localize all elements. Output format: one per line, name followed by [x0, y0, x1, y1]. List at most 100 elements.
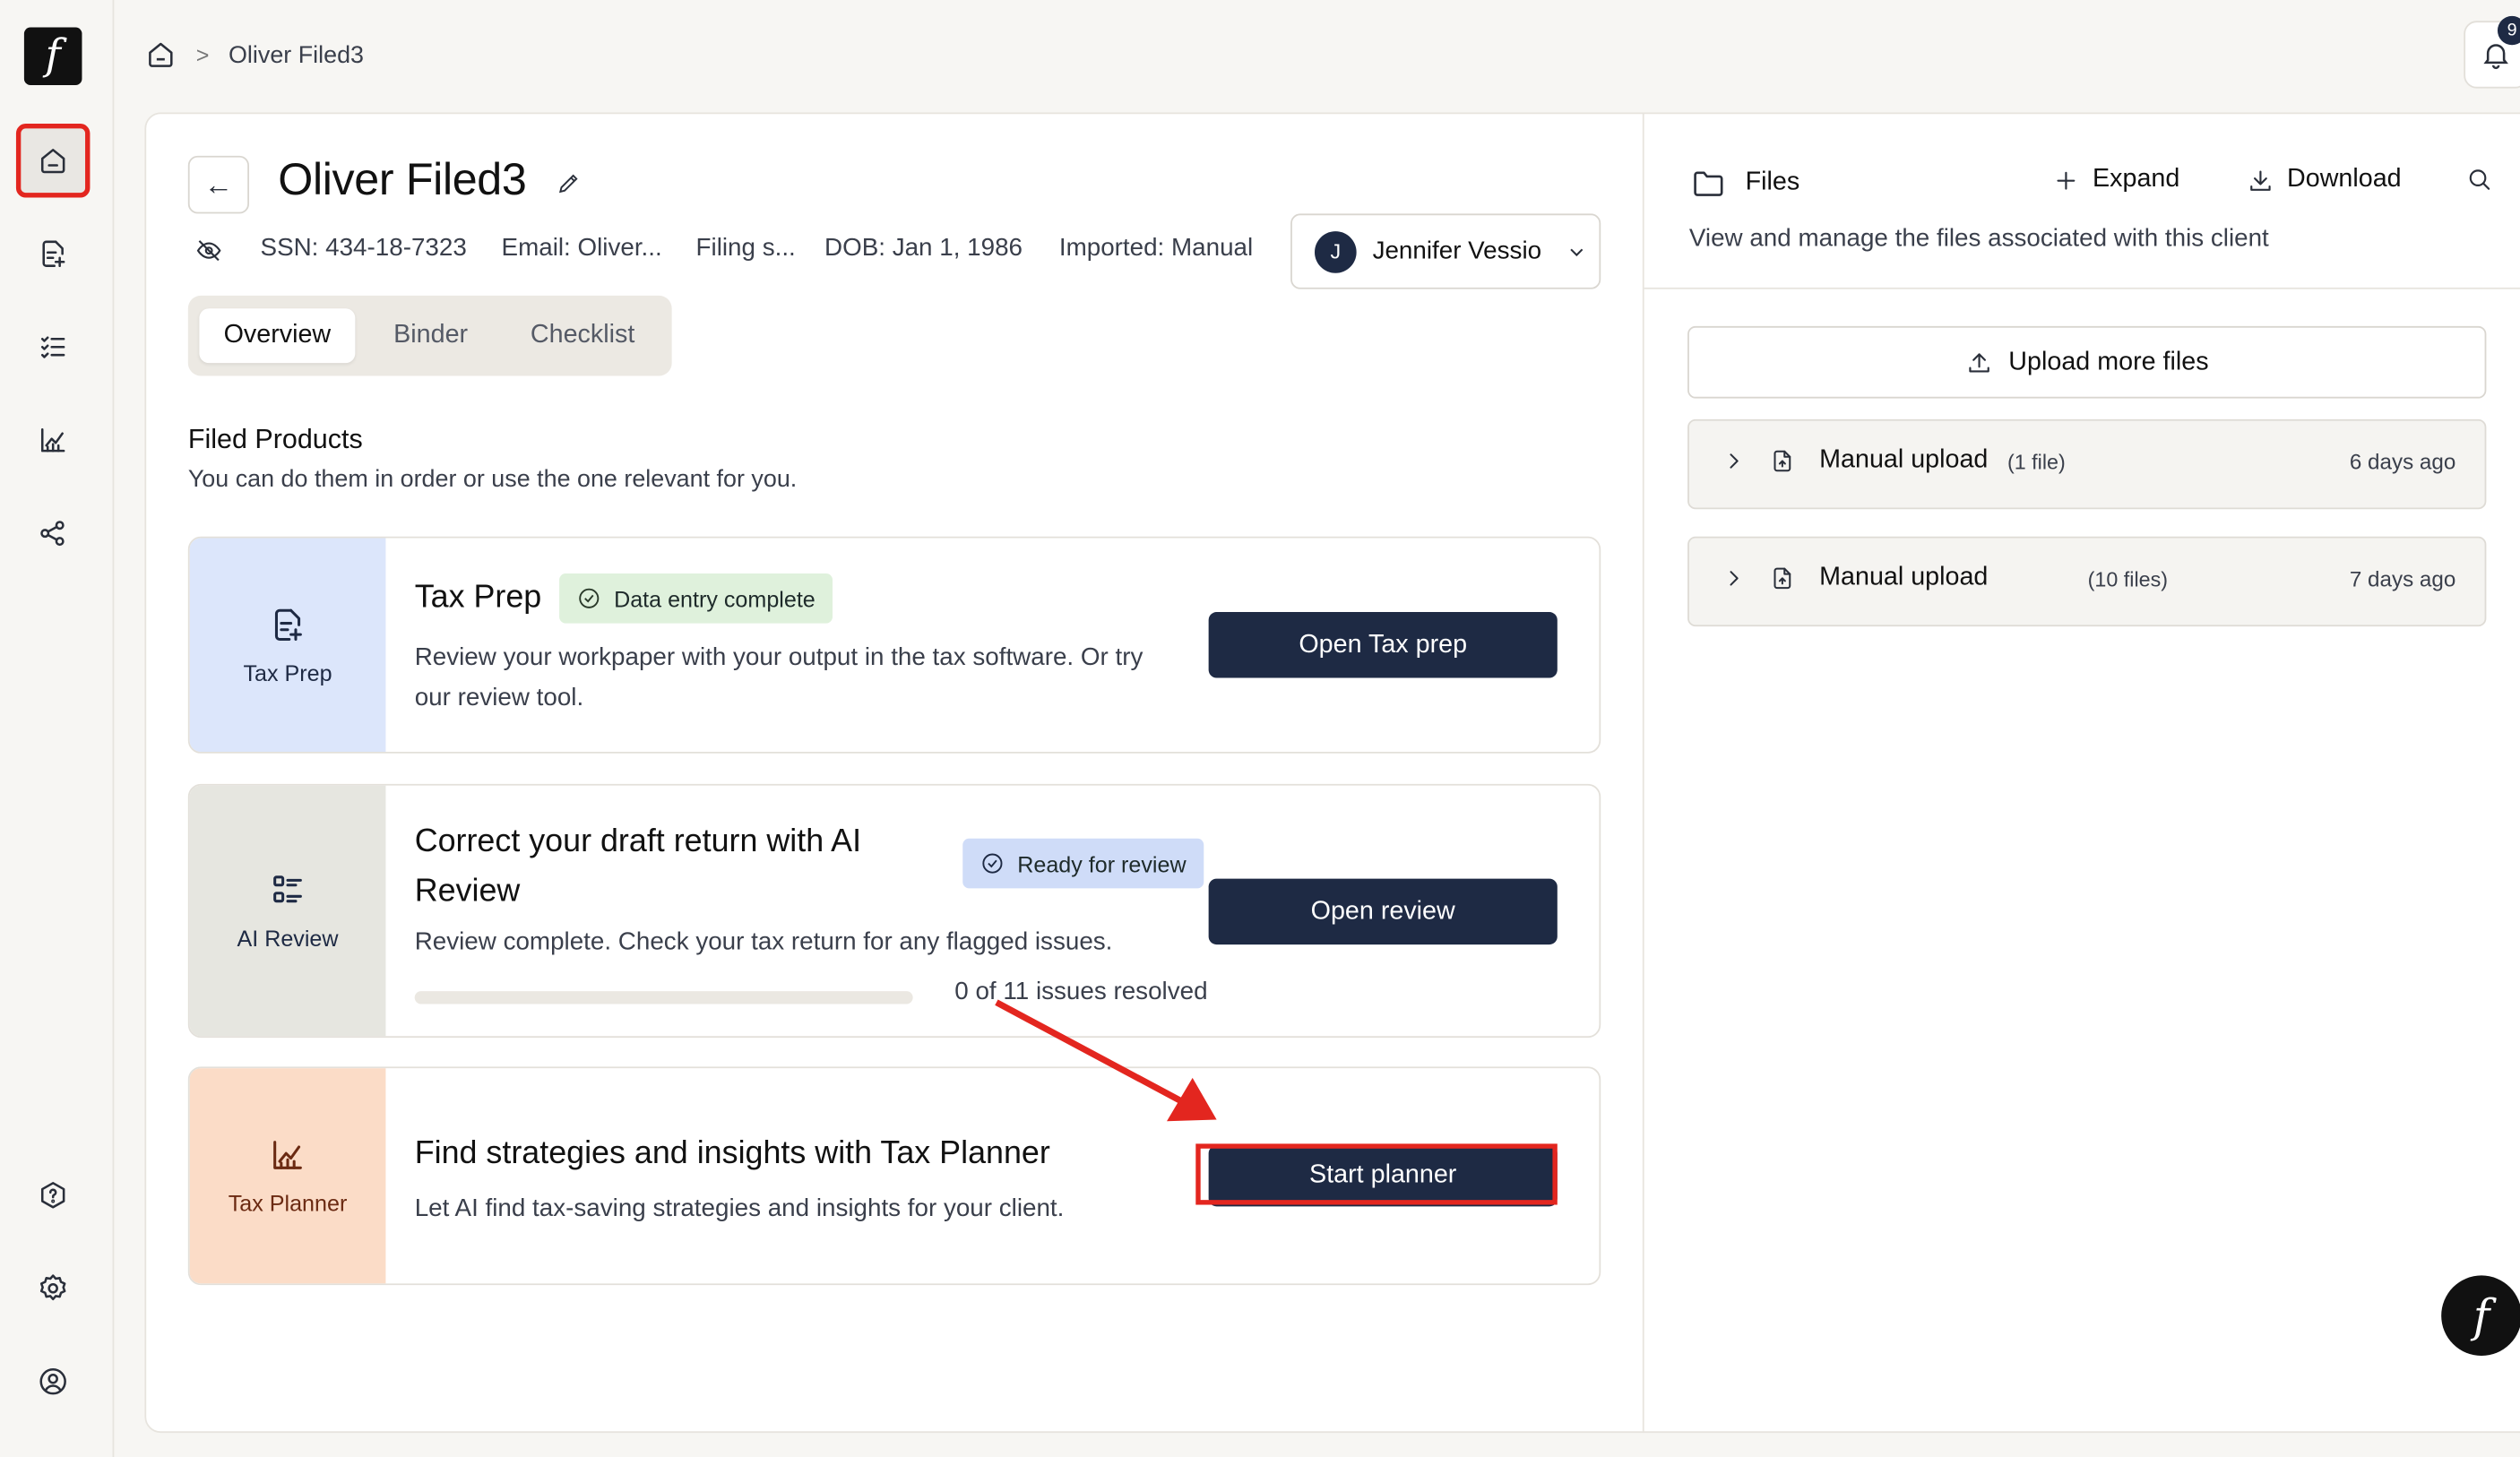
issues-progress-text: 0 of 11 issues resolved [954, 978, 1208, 1006]
file-group-time: 7 days ago [2349, 566, 2456, 591]
panel-divider [1642, 112, 1644, 1434]
client-dob: DOB: Jan 1, 1986 [824, 234, 1023, 263]
sidebar-item-checklist[interactable] [22, 316, 83, 377]
home-icon[interactable] [144, 39, 177, 71]
expand-label: Expand [2093, 165, 2180, 194]
tab-checklist[interactable]: Checklist [506, 308, 659, 363]
assignee-name: Jennifer Vessio [1372, 237, 1542, 264]
issues-progress-bar [414, 991, 913, 1004]
chart-icon [273, 1141, 302, 1169]
arrow-left-icon: ← [203, 168, 234, 201]
home-icon [40, 149, 65, 174]
edit-name-button[interactable] [557, 170, 585, 199]
pencil-icon [558, 174, 578, 194]
download-icon [2250, 169, 2271, 191]
files-subtitle: View and manage the files associated wit… [1688, 224, 2269, 253]
tax-planner-side: Tax Planner [189, 1068, 386, 1284]
status-badge-label: Data entry complete [614, 585, 816, 612]
chart-icon [40, 427, 65, 453]
share-icon [40, 521, 65, 547]
toggle-sensitive-button[interactable] [194, 237, 223, 273]
status-badge-label: Ready for review [1017, 850, 1187, 876]
tab-binder[interactable]: Binder [368, 308, 494, 363]
view-tabs: Overview Binder Checklist [187, 295, 672, 376]
document-icon [42, 240, 65, 267]
upload-icon [1968, 353, 1989, 373]
file-group[interactable]: Manual upload (10 files) 7 days ago [1687, 536, 2487, 627]
app-logo[interactable]: f [23, 27, 82, 86]
upload-more-files-button[interactable]: Upload more files [1687, 325, 2487, 399]
document-icon [274, 608, 302, 641]
download-button[interactable]: Download [2247, 165, 2402, 194]
chevron-right-icon[interactable] [1722, 565, 1748, 599]
ai-review-side-label: AI Review [237, 925, 339, 952]
back-button[interactable]: ← [187, 155, 249, 214]
filed-products-title: Filed Products [187, 424, 363, 455]
file-group-name: Manual upload [1819, 564, 1989, 591]
tax-prep-description: Review your workpaper with your output i… [414, 643, 1143, 712]
avatar: J [1315, 230, 1357, 272]
eye-off-icon [196, 240, 221, 262]
sidebar-item-tax-prep[interactable] [22, 223, 83, 284]
list-check-icon [273, 875, 302, 903]
search-icon [2469, 169, 2490, 190]
plus-icon [2057, 170, 2076, 189]
sidebar-item-settings[interactable] [22, 1258, 83, 1319]
ai-review-title: Correct your draft return with AI Review [414, 823, 862, 910]
tax-planner-card: Tax Planner Find strategies and insights… [187, 1066, 1601, 1286]
file-upload-icon [1770, 565, 1796, 599]
tab-overview[interactable]: Overview [199, 308, 356, 364]
download-label: Download [2287, 165, 2402, 194]
tax-planner-side-label: Tax Planner [228, 1190, 348, 1217]
ai-review-description: Review complete. Check your tax return f… [414, 928, 1113, 956]
assistant-glyph: f [2473, 1289, 2490, 1342]
open-review-button[interactable]: Open review [1208, 878, 1558, 945]
tax-prep-card: Tax Prep Tax Prep Data entry complete Re… [187, 536, 1601, 754]
file-group-time: 6 days ago [2349, 449, 2456, 474]
client-imported: Imported: Manual [1058, 234, 1254, 263]
gear-icon [39, 1274, 66, 1301]
filed-products-subtitle: You can do them in order or use the one … [187, 465, 798, 494]
sidebar-item-share[interactable] [22, 503, 83, 564]
sidebar-item-charts[interactable] [22, 410, 83, 470]
breadcrumb-separator: > [195, 41, 210, 68]
client-filing-status: Filing s... [695, 234, 796, 263]
client-email: Email: Oliver... [501, 234, 662, 263]
tax-prep-side: Tax Prep [189, 538, 386, 752]
upload-label: Upload more files [2008, 348, 2209, 375]
user-circle-icon [39, 1368, 66, 1395]
file-upload-icon [1770, 448, 1796, 482]
file-group-count: (1 file) [2007, 449, 2066, 474]
tax-planner-description: Let AI find tax-saving strategies and in… [414, 1194, 1065, 1223]
breadcrumb: > Oliver Filed3 [144, 35, 364, 73]
file-group-name: Manual upload [1819, 446, 1989, 474]
chevron-right-icon[interactable] [1722, 448, 1748, 482]
assistant-button[interactable]: f [2441, 1275, 2520, 1357]
status-badge: Data entry complete [559, 573, 833, 624]
breadcrumb-current[interactable]: Oliver Filed3 [229, 41, 364, 68]
start-planner-button[interactable]: Start planner [1208, 1145, 1558, 1207]
checklist-icon [40, 336, 65, 358]
chevron-down-icon [1570, 247, 1584, 256]
files-title: Files [1745, 168, 1800, 196]
folder-icon [1694, 171, 1723, 196]
sidebar-item-account[interactable] [22, 1351, 83, 1412]
files-header: Files [1691, 166, 1800, 201]
file-group-count: (10 files) [2087, 566, 2169, 591]
status-badge: Ready for review [962, 838, 1204, 889]
file-group[interactable]: Manual upload (1 file) 6 days ago [1687, 418, 2487, 510]
sidebar-item-home[interactable] [15, 124, 91, 198]
ai-review-side: AI Review [189, 785, 386, 1037]
client-name-title: Oliver Filed3 [278, 154, 527, 204]
logo-glyph: f [45, 31, 61, 81]
assignee-dropdown[interactable]: J Jennifer Vessio [1290, 213, 1601, 289]
expand-button[interactable]: Expand [2052, 166, 2179, 194]
check-circle-icon [982, 853, 1003, 874]
tax-prep-side-label: Tax Prep [243, 659, 332, 685]
search-button[interactable] [2465, 166, 2492, 193]
sidebar-item-help[interactable] [22, 1165, 83, 1226]
open-tax-prep-button[interactable]: Open Tax prep [1208, 612, 1558, 678]
files-divider [1644, 287, 2520, 289]
help-hexagon-icon [40, 1182, 65, 1209]
tax-planner-title: Find strategies and insights with Tax Pl… [414, 1135, 1050, 1171]
